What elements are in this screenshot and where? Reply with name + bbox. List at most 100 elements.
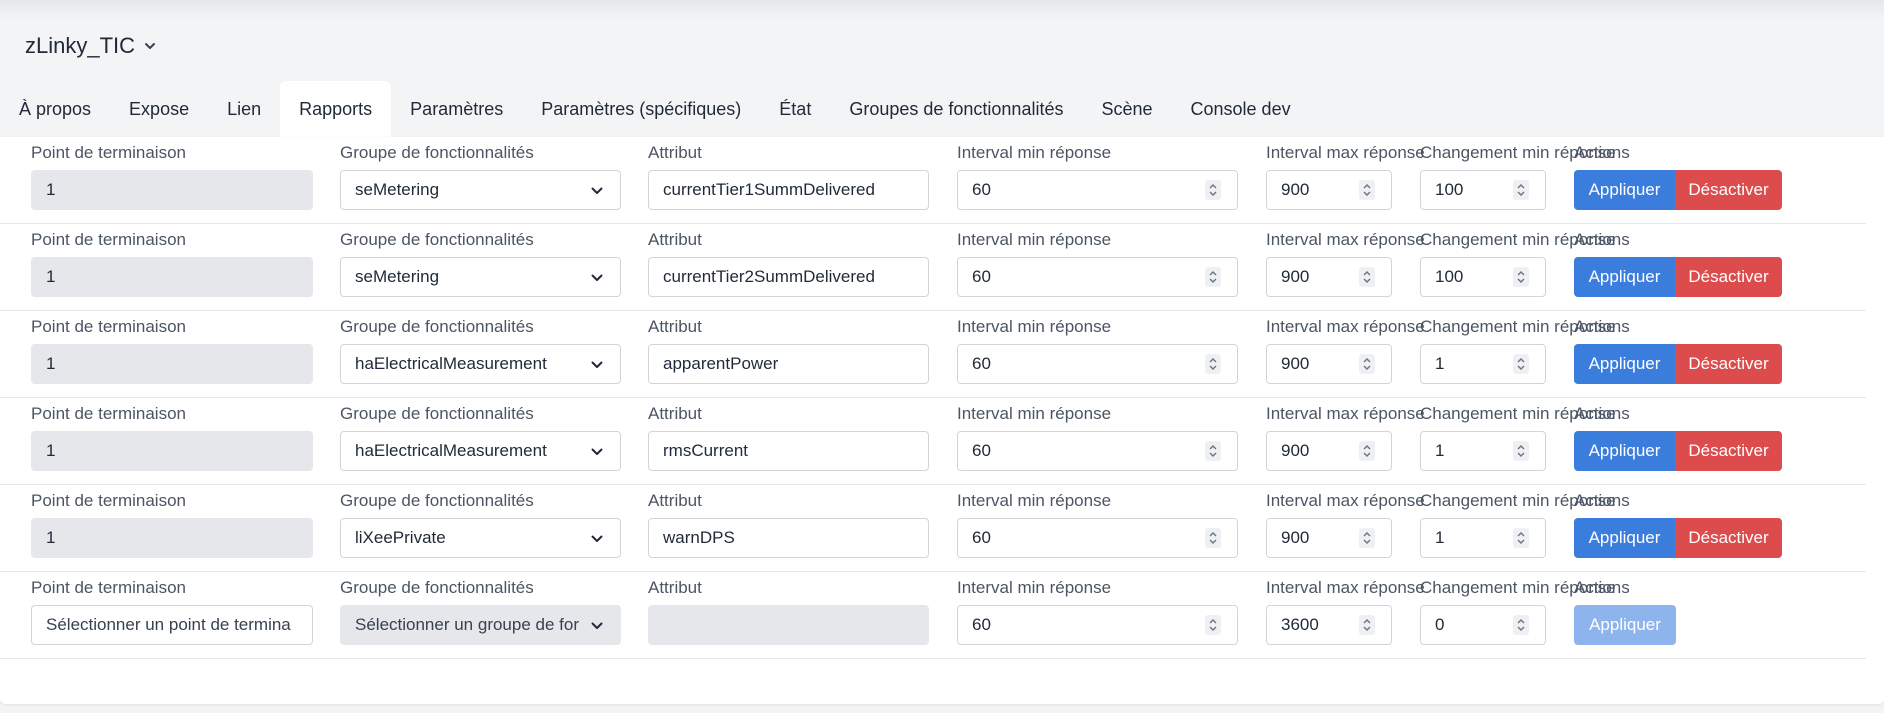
tab-parametres[interactable]: Paramètres [391, 81, 522, 137]
max-interval-input[interactable]: 900 [1266, 518, 1392, 558]
spinner-arrows-icon[interactable] [1359, 180, 1375, 200]
tab-scene[interactable]: Scène [1082, 81, 1171, 137]
spinner-arrows-icon[interactable] [1513, 267, 1529, 287]
min-change-input[interactable]: 1 [1420, 431, 1546, 471]
chevron-down-icon [591, 274, 603, 281]
attribute-field[interactable]: apparentPower [648, 344, 929, 384]
min-change-input-value: 100 [1435, 267, 1464, 286]
max-interval-input[interactable]: 900 [1266, 344, 1392, 384]
disable-button[interactable]: Désactiver [1675, 518, 1782, 558]
min-change-input[interactable]: 100 [1420, 257, 1546, 297]
max-interval-input-value: 900 [1281, 441, 1310, 460]
spinner-arrows-icon[interactable] [1205, 441, 1221, 461]
cluster-select[interactable]: haElectricalMeasurement [340, 431, 621, 471]
min-interval-input-value: 60 [972, 528, 991, 547]
min-interval-label: Interval min réponse [957, 578, 1112, 597]
apply-button[interactable]: Appliquer [1574, 518, 1675, 558]
attribute-label: Attribut [648, 578, 702, 597]
min-change-input[interactable]: 100 [1420, 170, 1546, 210]
min-change-input[interactable]: 0 [1420, 605, 1546, 645]
tab-expose[interactable]: Expose [110, 81, 208, 137]
max-interval-label: Interval max réponse [1266, 491, 1425, 510]
cluster-select[interactable]: haElectricalMeasurement [340, 344, 621, 384]
spinner-arrows-icon[interactable] [1513, 354, 1529, 374]
apply-button[interactable]: Appliquer [1574, 257, 1675, 297]
min-interval-input[interactable]: 60 [957, 518, 1238, 558]
endpoint-label: Point de terminaison [31, 578, 186, 597]
min-change-input[interactable]: 1 [1420, 344, 1546, 384]
spinner-arrows-icon[interactable] [1513, 528, 1529, 548]
attribute-field[interactable]: warnDPS [648, 518, 929, 558]
endpoint-field: 1 [31, 257, 313, 297]
disable-button[interactable]: Désactiver [1675, 170, 1782, 210]
spinner-arrows-icon[interactable] [1513, 441, 1529, 461]
disable-button[interactable]: Désactiver [1675, 344, 1782, 384]
chevron-down-icon [591, 535, 603, 542]
actions-label: Actions [1574, 317, 1630, 336]
max-interval-label: Interval max réponse [1266, 230, 1425, 249]
spinner-arrows-icon[interactable] [1205, 528, 1221, 548]
cluster-select[interactable]: liXeePrivate [340, 518, 621, 558]
apply-button: Appliquer [1574, 605, 1676, 645]
max-interval-label: Interval max réponse [1266, 143, 1425, 162]
tab-etat[interactable]: État [760, 81, 830, 137]
min-interval-input-value: 60 [972, 354, 991, 373]
report-row: Point de terminaison Groupe de fonctionna… [0, 398, 1866, 485]
cluster-select[interactable]: seMetering [340, 170, 621, 210]
spinner-arrows-icon[interactable] [1359, 528, 1375, 548]
endpoint-field: 1 [31, 344, 313, 384]
spinner-arrows-icon[interactable] [1359, 354, 1375, 374]
attribute-field[interactable]: currentTier1SummDelivered [648, 170, 929, 210]
spinner-arrows-icon[interactable] [1359, 267, 1375, 287]
min-interval-input[interactable]: 60 [957, 344, 1238, 384]
attribute-value: apparentPower [663, 354, 779, 373]
max-interval-input[interactable]: 900 [1266, 257, 1392, 297]
spinner-arrows-icon[interactable] [1205, 180, 1221, 200]
min-interval-input[interactable]: 60 [957, 605, 1238, 645]
cluster-select[interactable]: seMetering [340, 257, 621, 297]
tab-rapports[interactable]: Rapports [280, 81, 392, 137]
top-bar [0, 0, 1884, 20]
max-interval-input-value: 900 [1281, 267, 1310, 286]
min-interval-label: Interval min réponse [957, 143, 1112, 162]
min-interval-input[interactable]: 60 [957, 170, 1238, 210]
max-interval-input[interactable]: 900 [1266, 431, 1392, 471]
max-interval-input[interactable]: 3600 [1266, 605, 1392, 645]
actions-label: Actions [1574, 143, 1630, 162]
tab-parametres-specifiques[interactable]: Paramètres (spécifiques) [522, 81, 760, 137]
spinner-arrows-icon[interactable] [1359, 441, 1375, 461]
min-interval-input[interactable]: 60 [957, 257, 1238, 297]
spinner-arrows-icon[interactable] [1205, 354, 1221, 374]
tab-a-propos[interactable]: À propos [0, 81, 110, 137]
spinner-arrows-icon[interactable] [1513, 615, 1529, 635]
tab-console-dev[interactable]: Console dev [1172, 81, 1310, 137]
spinner-arrows-icon[interactable] [1205, 267, 1221, 287]
disable-button[interactable]: Désactiver [1675, 431, 1782, 471]
endpoint-select[interactable]: Sélectionner un point de termina [31, 605, 313, 645]
device-selector[interactable]: zLinky_TIC [25, 33, 157, 59]
spinner-arrows-icon[interactable] [1359, 615, 1375, 635]
spinner-arrows-icon[interactable] [1513, 180, 1529, 200]
max-interval-input[interactable]: 900 [1266, 170, 1392, 210]
min-change-input[interactable]: 1 [1420, 518, 1546, 558]
min-interval-input[interactable]: 60 [957, 431, 1238, 471]
min-change-input-value: 1 [1435, 528, 1445, 547]
apply-button[interactable]: Appliquer [1574, 344, 1675, 384]
apply-button[interactable]: Appliquer [1574, 170, 1675, 210]
tab-groupes[interactable]: Groupes de fonctionnalités [830, 81, 1082, 137]
min-change-input-value: 0 [1435, 615, 1445, 634]
report-row: Point de terminaison Groupe de fonctionna… [0, 137, 1866, 224]
disable-button[interactable]: Désactiver [1675, 257, 1782, 297]
spinner-arrows-icon[interactable] [1205, 615, 1221, 635]
endpoint-label: Point de terminaison [31, 404, 186, 423]
attribute-label: Attribut [648, 143, 702, 162]
tab-lien[interactable]: Lien [208, 81, 280, 137]
apply-button[interactable]: Appliquer [1574, 431, 1675, 471]
min-interval-label: Interval min réponse [957, 317, 1112, 336]
actions-label: Actions [1574, 230, 1630, 249]
chevron-down-icon [591, 361, 603, 368]
attribute-label: Attribut [648, 230, 702, 249]
attribute-field[interactable]: rmsCurrent [648, 431, 929, 471]
attribute-field[interactable]: currentTier2SummDelivered [648, 257, 929, 297]
min-interval-input-value: 60 [972, 441, 991, 460]
